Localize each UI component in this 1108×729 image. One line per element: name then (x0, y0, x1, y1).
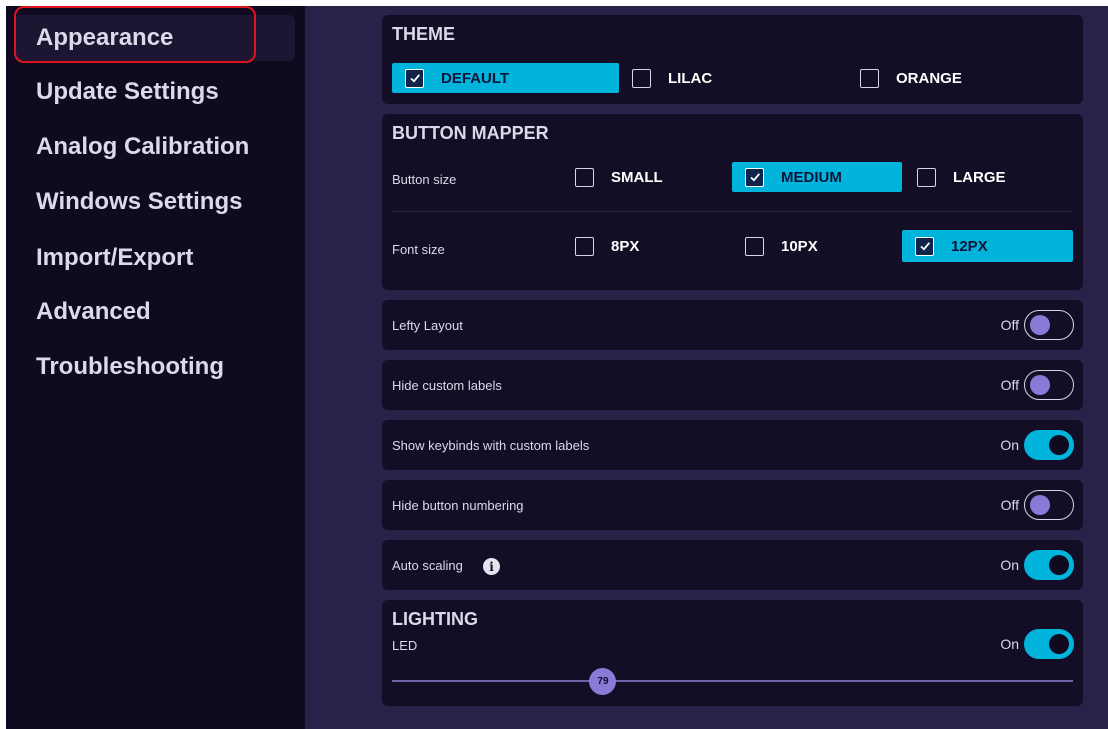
sidebar-item-update-settings[interactable]: Update Settings (14, 69, 295, 115)
option-label: MEDIUM (781, 168, 842, 186)
font-size-10px[interactable]: 10PX (732, 231, 902, 261)
led-state: On (1000, 636, 1019, 652)
info-icon[interactable]: i (483, 558, 500, 575)
toggle-state: Off (1000, 497, 1019, 513)
sidebar-item-troubleshooting[interactable]: Troubleshooting (14, 344, 295, 390)
option-label: ORANGE (896, 69, 962, 87)
show-keybinds-label: Show keybinds with custom labels (392, 438, 590, 453)
toggle-knob (1030, 315, 1050, 335)
hide-button-numbering-label: Hide button numbering (392, 498, 524, 513)
button-size-label: Button size (392, 172, 457, 187)
font-size-12px[interactable]: 12PX (902, 230, 1073, 262)
hide-custom-labels-toggle[interactable] (1024, 370, 1074, 400)
button-mapper-panel: BUTTON MAPPER Button size SMALL MEDIUM L… (382, 114, 1083, 290)
checkbox-icon (917, 167, 936, 187)
toggle-knob (1030, 375, 1050, 395)
sidebar-item-appearance[interactable]: Appearance (14, 15, 295, 61)
sidebar-item-import-export[interactable]: Import/Export (14, 235, 295, 281)
option-label: SMALL (611, 168, 663, 186)
app-window: Appearance Update Settings Analog Calibr… (6, 6, 1108, 729)
sidebar-item-analog-calibration[interactable]: Analog Calibration (14, 124, 295, 170)
theme-option-lilac[interactable]: LILAC (619, 63, 819, 93)
theme-title: THEME (392, 24, 455, 44)
divider (392, 211, 1073, 212)
checkbox-icon (745, 236, 764, 256)
hide-custom-labels-row: Hide custom labels Off (382, 360, 1083, 410)
option-label: LARGE (953, 168, 1006, 186)
show-keybinds-toggle[interactable] (1024, 430, 1074, 460)
checkbox-icon (632, 68, 651, 88)
toggle-state: Off (1000, 317, 1019, 333)
brightness-slider-thumb[interactable]: 79 (589, 668, 617, 695)
theme-option-default[interactable]: DEFAULT (392, 63, 619, 93)
hide-button-numbering-row: Hide button numbering Off (382, 480, 1083, 530)
lighting-title: LIGHTING (392, 609, 478, 629)
checkbox-checked-icon (745, 167, 764, 187)
option-label: 8PX (611, 237, 640, 255)
sidebar-item-advanced[interactable]: Advanced (14, 289, 295, 335)
button-size-small[interactable]: SMALL (562, 162, 732, 192)
toggle-state: Off (1000, 377, 1019, 393)
checkbox-checked-icon (405, 68, 424, 88)
checkbox-icon (575, 167, 594, 187)
toggle-knob (1049, 555, 1069, 575)
button-mapper-title: BUTTON MAPPER (392, 123, 549, 143)
option-label: DEFAULT (441, 69, 510, 87)
brightness-slider-track[interactable] (392, 680, 1073, 682)
sidebar-item-windows-settings[interactable]: Windows Settings (14, 179, 295, 225)
theme-option-orange[interactable]: ORANGE (847, 63, 1047, 93)
button-size-large[interactable]: LARGE (904, 162, 1074, 192)
sidebar: Appearance Update Settings Analog Calibr… (6, 6, 305, 729)
toggle-knob (1030, 495, 1050, 515)
hide-custom-labels-label: Hide custom labels (392, 378, 502, 393)
toggle-knob (1049, 634, 1069, 654)
option-label: LILAC (668, 69, 713, 87)
toggle-state: On (1000, 437, 1019, 453)
toggle-state: On (1000, 557, 1019, 573)
option-label: 12PX (951, 237, 988, 255)
auto-scaling-toggle[interactable] (1024, 550, 1074, 580)
lefty-layout-label: Lefty Layout (392, 318, 463, 333)
checkbox-checked-icon (915, 236, 934, 256)
lighting-panel: LIGHTING LED On 79 (382, 600, 1083, 706)
led-label: LED (392, 638, 418, 653)
auto-scaling-row: Auto scaling i On (382, 540, 1083, 590)
option-label: 10PX (781, 237, 818, 255)
theme-panel: THEME DEFAULT LILAC ORANGE (382, 15, 1083, 104)
led-toggle[interactable] (1024, 629, 1074, 659)
button-size-medium[interactable]: MEDIUM (732, 162, 902, 192)
hide-button-numbering-toggle[interactable] (1024, 490, 1074, 520)
auto-scaling-label: Auto scaling (392, 558, 463, 573)
font-size-label: Font size (392, 242, 445, 257)
font-size-8px[interactable]: 8PX (562, 231, 732, 261)
lefty-layout-toggle[interactable] (1024, 310, 1074, 340)
checkbox-icon (575, 236, 594, 256)
toggle-knob (1049, 435, 1069, 455)
lefty-layout-row: Lefty Layout Off (382, 300, 1083, 350)
show-keybinds-row: Show keybinds with custom labels On (382, 420, 1083, 470)
checkbox-icon (860, 68, 879, 88)
